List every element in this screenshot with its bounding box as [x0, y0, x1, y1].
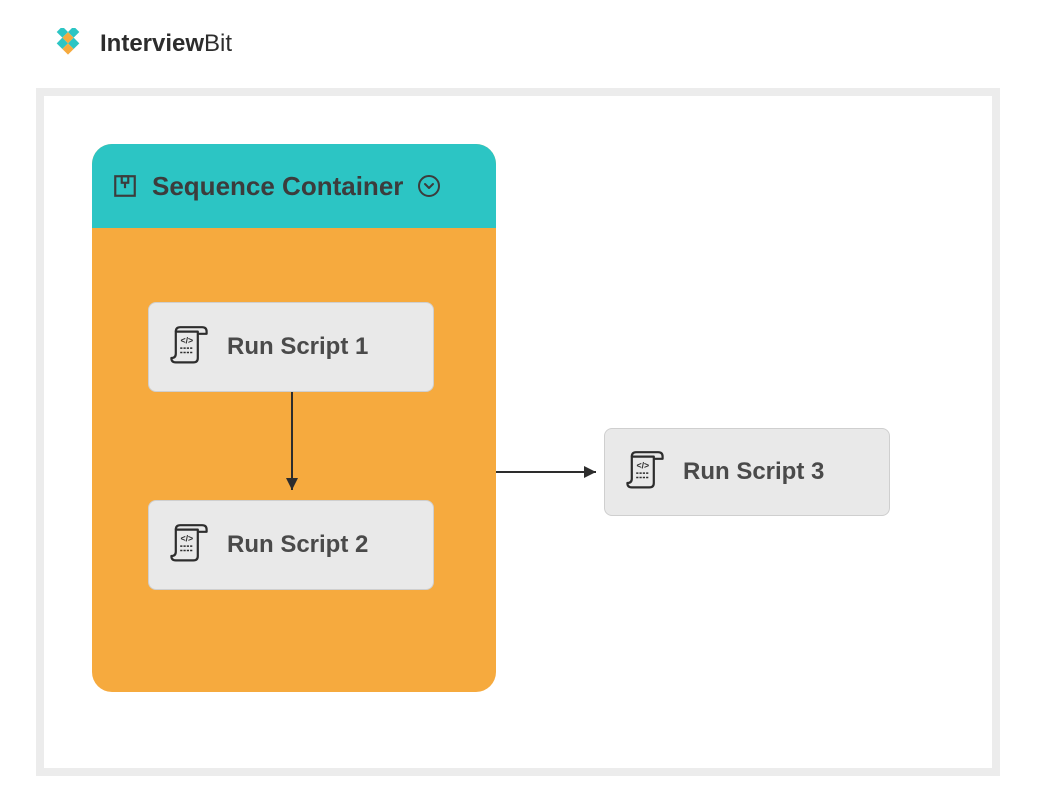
svg-text:</>: </> — [180, 336, 193, 346]
script-icon: </> — [167, 325, 211, 369]
brand-logo: InterviewBit — [44, 28, 232, 60]
svg-text:</>: </> — [636, 461, 649, 471]
task-run-script-1: </> Run Script 1 — [148, 302, 434, 392]
brand-name-light: Bit — [204, 30, 232, 57]
task-label: Run Script 1 — [227, 333, 368, 361]
flow-arrow — [496, 462, 606, 482]
svg-text:</>: </> — [180, 534, 193, 544]
container-icon — [112, 173, 138, 199]
script-icon: </> — [623, 450, 667, 494]
diagram-canvas: Sequence Container </> Run Script 1 </> … — [36, 88, 1000, 776]
task-label: Run Script 3 — [683, 458, 824, 486]
task-run-script-2: </> Run Script 2 — [148, 500, 434, 590]
chevron-down-circle-icon — [417, 174, 441, 198]
sequence-container-header: Sequence Container — [92, 144, 496, 228]
task-label: Run Script 2 — [227, 531, 368, 559]
sequence-container: Sequence Container — [92, 144, 496, 692]
sequence-container-title: Sequence Container — [152, 171, 403, 202]
brand-name: InterviewBit — [100, 30, 232, 58]
logo-icon — [44, 28, 92, 60]
script-icon: </> — [167, 523, 211, 567]
task-run-script-3: </> Run Script 3 — [604, 428, 890, 516]
brand-name-bold: Interview — [100, 30, 204, 57]
